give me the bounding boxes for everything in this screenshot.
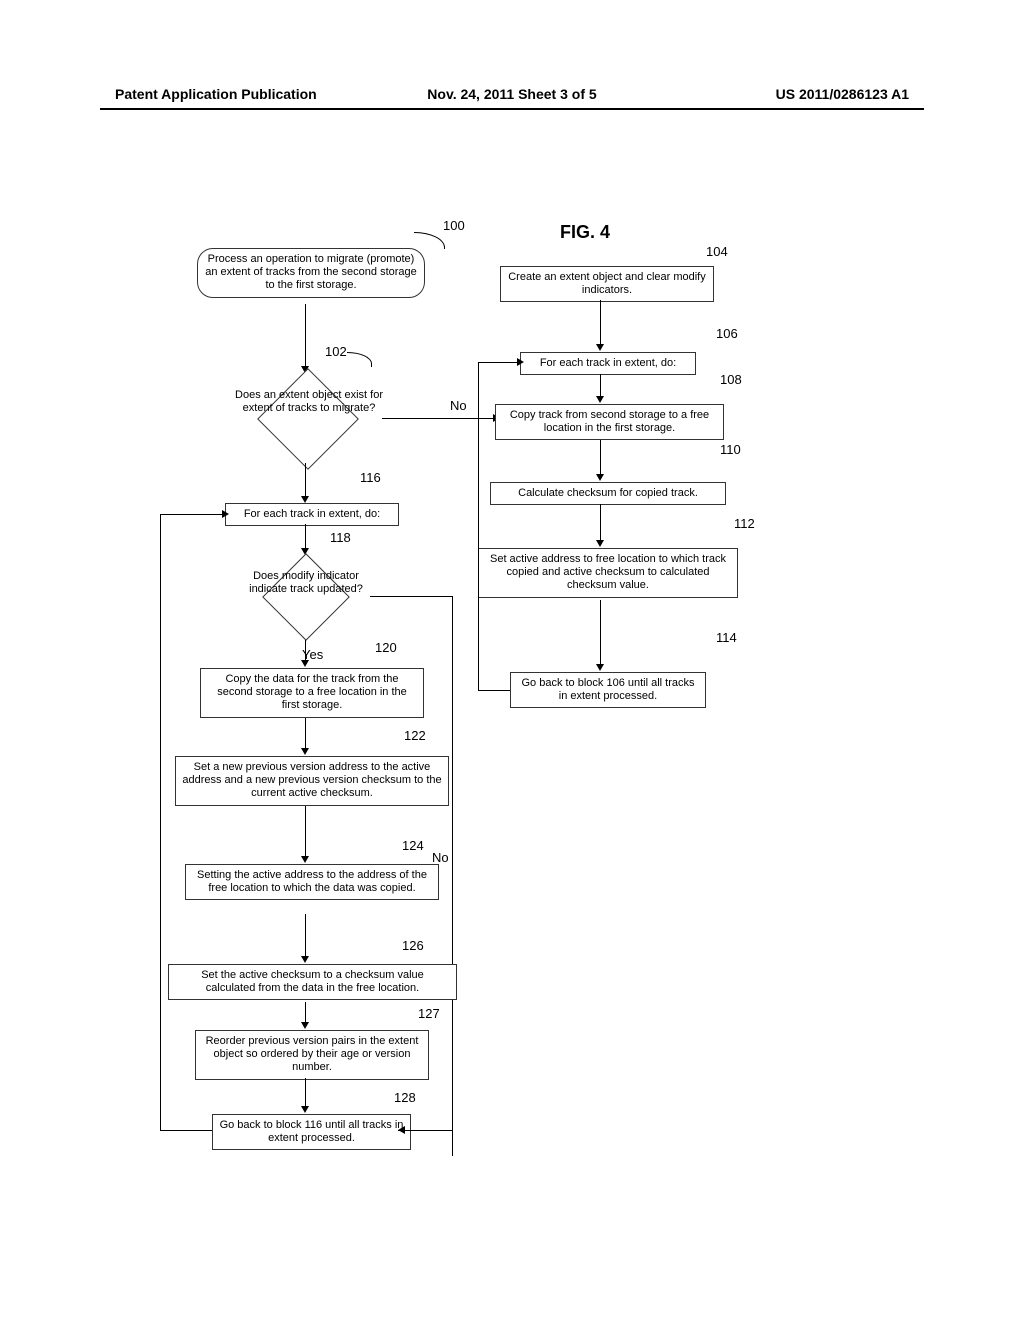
ref-126: 126 xyxy=(402,938,424,953)
connector xyxy=(478,362,520,363)
ref-104: 104 xyxy=(706,244,728,259)
ref-128: 128 xyxy=(394,1090,416,1105)
connector xyxy=(305,1002,306,1024)
arrowhead-icon xyxy=(301,1022,309,1029)
arrowhead-icon xyxy=(301,1106,309,1113)
arrowhead-icon xyxy=(301,956,309,963)
page: Patent Application Publication Nov. 24, … xyxy=(0,0,1024,1320)
leader-line xyxy=(347,352,372,367)
connector xyxy=(370,596,452,597)
connector xyxy=(452,596,453,1156)
block-104: Create an extent object and clear modify… xyxy=(500,266,714,302)
ref-100: 100 xyxy=(443,218,465,233)
ref-116: 116 xyxy=(360,470,381,485)
connector xyxy=(305,718,306,750)
label-no: No xyxy=(450,398,467,413)
block-126: Set the active checksum to a checksum va… xyxy=(168,964,457,1000)
block-100: Process an operation to migrate (promote… xyxy=(197,248,425,298)
block-112: Set active address to free location to w… xyxy=(478,548,738,598)
decision-118: Does modify indicator indicate track upd… xyxy=(240,552,370,640)
connector xyxy=(600,440,601,476)
block-110: Calculate checksum for copied track. xyxy=(490,482,726,505)
connector xyxy=(600,374,601,398)
ref-122: 122 xyxy=(404,728,426,743)
figure-title: FIG. 4 xyxy=(560,222,610,243)
block-116: For each track in extent, do: xyxy=(225,503,399,526)
connector xyxy=(305,304,306,366)
arrowhead-icon xyxy=(596,474,604,481)
ref-118: 118 xyxy=(330,530,351,545)
block-120: Copy the data for the track from the sec… xyxy=(200,668,424,718)
ref-102: 102 xyxy=(325,344,347,359)
block-106: For each track in extent, do: xyxy=(520,352,696,375)
ref-127: 127 xyxy=(418,1006,440,1021)
block-108: Copy track from second storage to a free… xyxy=(495,404,724,440)
arrowhead-icon xyxy=(596,540,604,547)
header-rule xyxy=(100,108,924,110)
connector xyxy=(305,1078,306,1108)
arrowhead-icon xyxy=(301,748,309,755)
connector xyxy=(160,514,225,515)
arrowhead-icon xyxy=(301,856,309,863)
connector xyxy=(478,690,510,691)
ref-106: 106 xyxy=(716,326,738,341)
connector xyxy=(305,914,306,958)
connector xyxy=(600,300,601,346)
connector xyxy=(478,362,479,690)
arrowhead-icon xyxy=(517,358,524,366)
arrowhead-icon xyxy=(596,396,604,403)
ref-124: 124 xyxy=(402,838,424,853)
label-no-2: No xyxy=(432,850,449,865)
connector xyxy=(160,514,161,1130)
label-yes: Yes xyxy=(302,647,323,662)
connector xyxy=(305,463,306,498)
connector xyxy=(600,504,601,542)
arrowhead-icon xyxy=(222,510,229,518)
block-114: Go back to block 106 until all tracks in… xyxy=(510,672,706,708)
block-127: Reorder previous version pairs in the ex… xyxy=(195,1030,429,1080)
arrowhead-icon xyxy=(596,664,604,671)
arrowhead-icon xyxy=(398,1126,405,1134)
ref-112: 112 xyxy=(734,516,755,531)
ref-114: 114 xyxy=(716,630,737,645)
block-122: Set a new previous version address to th… xyxy=(175,756,449,806)
ref-120: 120 xyxy=(375,640,397,655)
decision-102: Does an extent object exist for extent o… xyxy=(232,373,382,463)
arrowhead-icon xyxy=(301,496,309,503)
ref-110: 110 xyxy=(720,442,741,457)
connector xyxy=(398,1130,453,1131)
connector xyxy=(160,1130,212,1131)
header-right: US 2011/0286123 A1 xyxy=(776,86,909,102)
ref-108: 108 xyxy=(720,372,742,387)
block-128: Go back to block 116 until all tracks in… xyxy=(212,1114,411,1150)
connector xyxy=(600,600,601,666)
block-124: Setting the active address to the addres… xyxy=(185,864,439,900)
connector xyxy=(305,806,306,858)
leader-line xyxy=(414,232,445,249)
arrowhead-icon xyxy=(596,344,604,351)
